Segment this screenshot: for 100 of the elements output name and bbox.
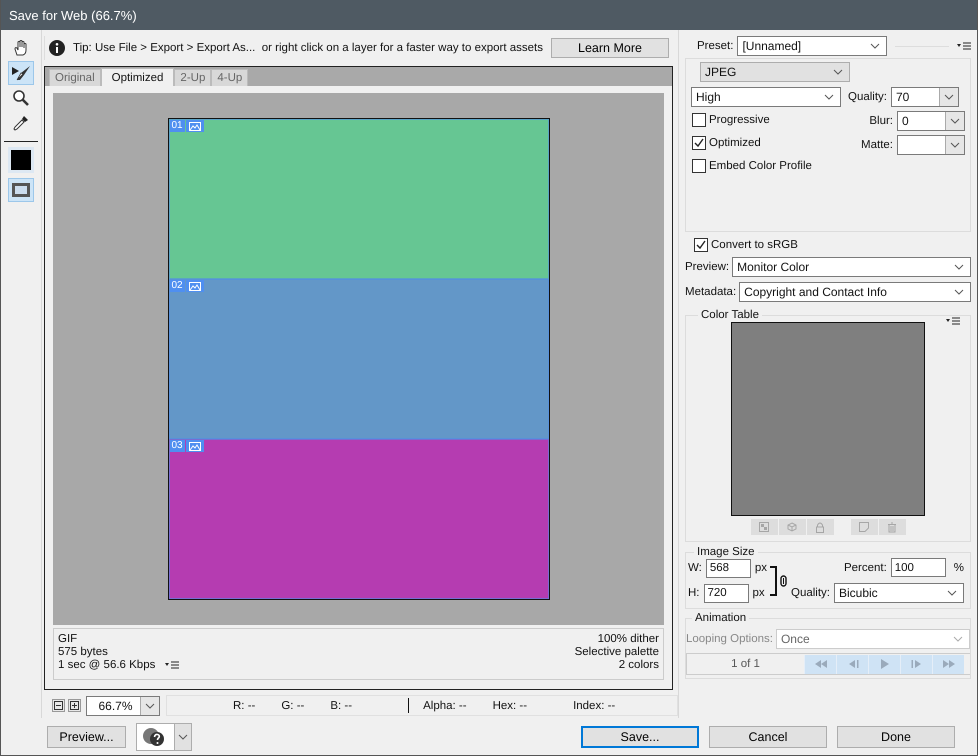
menu-icon[interactable] <box>957 42 971 50</box>
info-text: 1 sec @ 56.6 Kbps <box>58 659 156 671</box>
info-text: 2 colors <box>618 659 659 671</box>
menu-icon[interactable] <box>165 661 180 669</box>
lock-icon <box>815 522 825 532</box>
step-forward-icon <box>910 660 922 668</box>
preset-label: Preset: <box>697 40 734 52</box>
preview-button[interactable]: Preview... <box>47 726 126 748</box>
preset-dropdown[interactable]: [Unnamed] <box>737 36 888 56</box>
quality-preset-dropdown[interactable]: High <box>691 87 841 107</box>
chevron-icon <box>145 702 155 708</box>
slice-number: 03 <box>170 440 185 452</box>
browser-preview-dropdown[interactable] <box>136 722 192 750</box>
checkbox-label: Embed Color Profile <box>709 160 812 172</box>
chevron-icon <box>824 94 834 100</box>
image-icon <box>188 282 201 290</box>
globe-help-icon <box>141 726 167 748</box>
zoom-out-button[interactable] <box>52 699 65 712</box>
info-text: Selective palette <box>574 646 659 658</box>
done-button[interactable]: Done <box>837 726 955 748</box>
image-icon <box>188 122 201 130</box>
save-button[interactable]: Save... <box>581 726 699 748</box>
unit-label: px <box>754 562 767 574</box>
looping-options-label: Looping Options: <box>686 633 773 645</box>
slice-select-icon <box>11 64 31 82</box>
cancel-button[interactable]: Cancel <box>709 726 827 748</box>
blur-label: Blur: <box>869 115 893 127</box>
minus-icon <box>54 701 63 710</box>
search-icon <box>12 89 30 107</box>
chevron-icon <box>950 142 960 148</box>
blur-field[interactable]: 0 <box>897 111 965 131</box>
zoom-dropdown[interactable]: 66.7% <box>86 696 160 716</box>
slice-visibility-toggle[interactable] <box>8 178 34 202</box>
info-text: 100% dither <box>598 633 659 645</box>
frame-icon <box>11 182 31 198</box>
color-table-title: Color Table <box>700 309 760 321</box>
zoom-in-button[interactable] <box>68 699 81 712</box>
readout-text: B: -- <box>330 700 352 712</box>
percent-unit: % <box>954 562 964 574</box>
matte-dropdown[interactable] <box>897 135 965 155</box>
percent-field[interactable]: 100 <box>890 558 946 577</box>
chevron-icon <box>944 94 954 100</box>
readout-text: G: -- <box>281 700 304 712</box>
chevron-icon <box>950 118 960 124</box>
chevron-icon <box>870 43 880 49</box>
fast-forward-icon <box>942 660 956 668</box>
checkbox[interactable] <box>692 113 706 127</box>
checkbox-label: Optimized <box>709 137 761 149</box>
readout-text: R: -- <box>233 700 256 712</box>
link-icon[interactable] <box>769 564 789 598</box>
checkerboard-icon <box>759 522 769 532</box>
view-tab[interactable]: Optimized <box>100 68 174 86</box>
view-tab[interactable]: 4-Up <box>211 69 248 86</box>
trash-icon <box>887 522 897 532</box>
step-back-icon <box>846 660 858 668</box>
format-dropdown[interactable]: JPEG <box>700 62 850 82</box>
color-swatch[interactable] <box>11 150 31 170</box>
width-field[interactable]: 568 <box>706 558 751 578</box>
view-tab[interactable]: Original <box>49 69 101 86</box>
chevron-icon <box>833 69 843 75</box>
metadata-label: Metadata: <box>685 286 736 298</box>
readout-text: Index: -- <box>573 700 616 712</box>
plus-icon <box>70 701 79 710</box>
slice-select-tool[interactable] <box>8 61 34 85</box>
readout-text: Hex: -- <box>492 700 528 712</box>
unit-label: px <box>752 587 765 599</box>
checkbox-label: Progressive <box>709 114 770 126</box>
resample-quality-dropdown[interactable]: Bicubic <box>834 583 964 603</box>
checkbox-label: Convert to sRGB <box>711 239 798 251</box>
view-tab[interactable]: 2-Up <box>174 69 212 86</box>
chevron-icon <box>954 289 964 295</box>
checkbox[interactable] <box>694 238 708 252</box>
height-field[interactable]: 720 <box>704 584 748 602</box>
window-title: Save for Web (66.7%) <box>9 8 137 22</box>
height-label: H: <box>688 587 700 599</box>
quality-field[interactable]: 70 <box>891 87 959 107</box>
width-label: W: <box>688 562 702 574</box>
matte-label: Matte: <box>861 139 893 151</box>
chevron-icon <box>954 264 964 270</box>
eyedropper-icon <box>12 114 30 132</box>
chevron-icon <box>947 590 957 596</box>
slice-number: 01 <box>170 120 185 132</box>
readout-text: Alpha: -- <box>423 700 467 712</box>
page-icon <box>859 522 869 532</box>
info-text: 575 bytes <box>58 646 109 658</box>
checkbox[interactable] <box>692 159 706 173</box>
image-icon <box>188 442 201 450</box>
info-icon <box>49 40 65 56</box>
checkbox[interactable] <box>692 136 706 150</box>
preview-label: Preview: <box>685 261 730 273</box>
learn-more-button[interactable]: Learn More <box>550 38 669 58</box>
preview-dropdown[interactable]: Monitor Color <box>732 257 971 277</box>
resample-quality-label: Quality: <box>791 587 830 599</box>
quality-label: Quality: <box>848 91 887 103</box>
animation-title: Animation <box>694 612 748 624</box>
metadata-dropdown[interactable]: Copyright and Contact Info <box>739 282 971 302</box>
tip-text: Tip: Use File > Export > Export As... or right click on a layer for a faster way to export assets <box>73 42 543 54</box>
chevron-icon <box>178 734 188 740</box>
chevron-icon <box>953 636 963 642</box>
info-text: GIF <box>58 633 78 645</box>
